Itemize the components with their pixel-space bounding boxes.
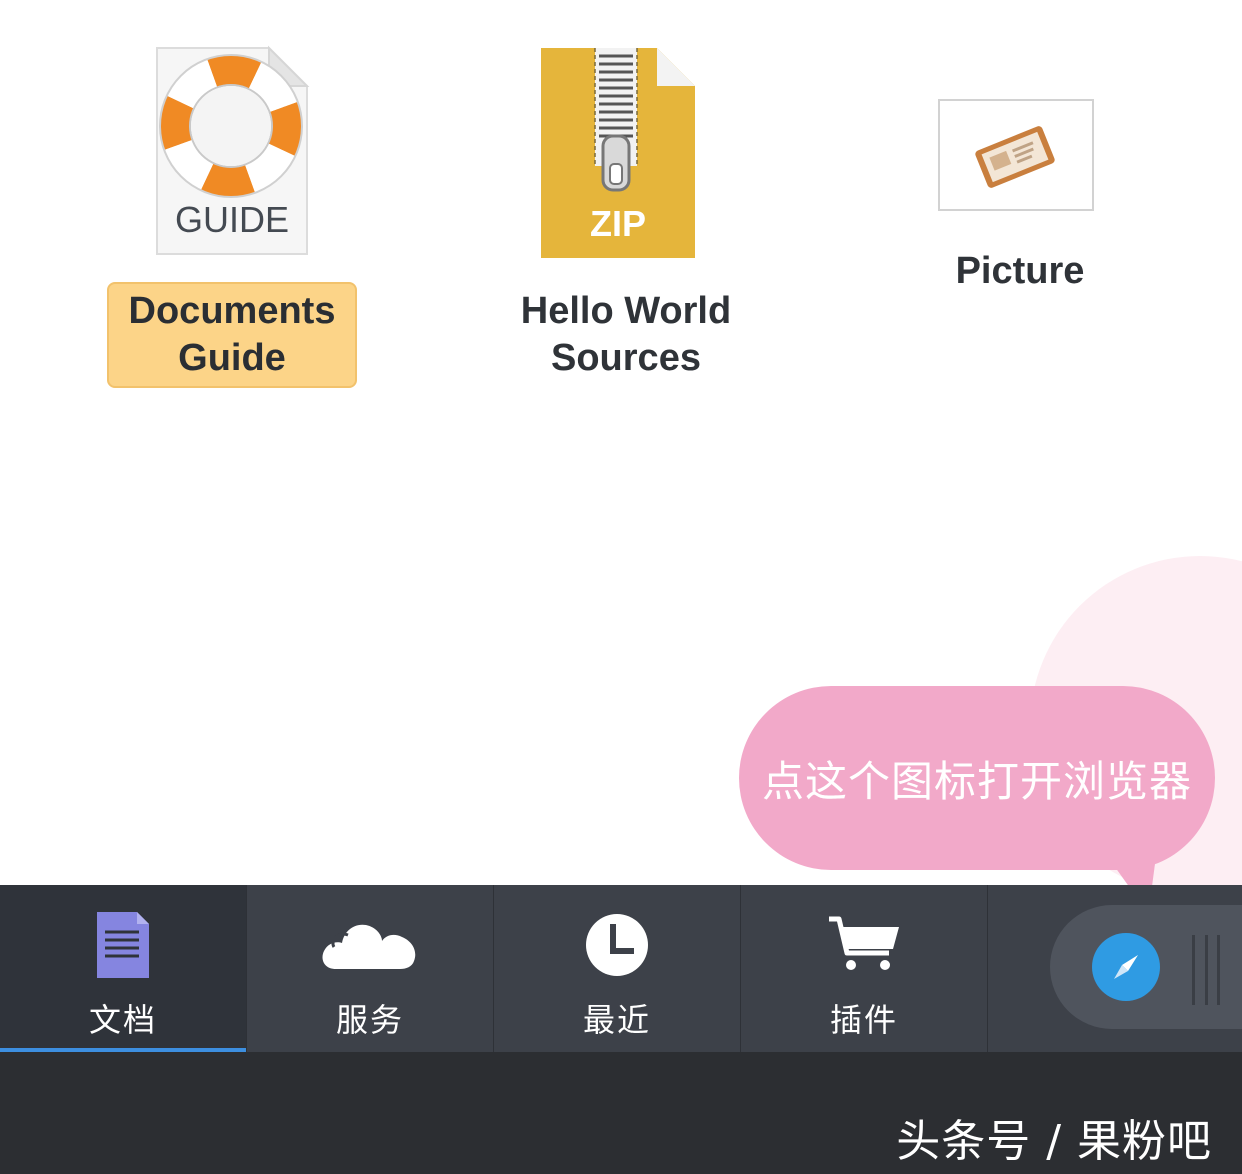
cart-icon [827,909,901,981]
tab-recent[interactable]: 最近 [494,885,741,1052]
file-label-line: Hello World [520,290,732,332]
tooltip-bubble: 点这个图标打开浏览器 [739,686,1215,870]
bottom-tab-bar: 文档 服务 最近 插件 [0,885,1242,1052]
watermark-text: 头条号 / 果粉吧 [896,1116,1212,1167]
tab-documents[interactable]: 文档 [0,885,247,1052]
file-item-picture[interactable]: Picture [870,40,1170,301]
tab-label: 最近 [582,1001,651,1039]
file-item-hello-world-sources[interactable]: ZIP Hello World Sources [476,40,776,388]
file-label-hello-world-sources[interactable]: Hello World Sources [499,282,753,388]
browser-launcher [988,885,1242,1052]
lifebuoy-document-icon: GUIDE [147,40,317,262]
drag-handle-line [1192,935,1195,1005]
file-browser-screen: GUIDE Documents Guide ZIP Hello World So… [0,0,1242,1174]
drag-handle-line [1217,935,1220,1005]
file-item-documents-guide[interactable]: GUIDE Documents Guide [82,40,382,388]
tab-label: 文档 [88,1001,157,1039]
tab-label: 插件 [829,1001,898,1039]
picture-thumbnail-icon [935,40,1105,262]
document-icon [95,909,151,981]
tab-plugins[interactable]: 插件 [741,885,988,1052]
clock-icon [585,909,649,981]
cloud-icon [320,909,420,981]
tab-services[interactable]: 服务 [247,885,494,1052]
file-label-line: Sources [551,337,701,379]
tooltip-text: 点这个图标打开浏览器 [761,756,1192,806]
file-label-line: Documents [128,290,336,332]
file-icon-text: ZIP [590,203,646,244]
compass-icon[interactable] [1092,933,1160,1001]
zip-archive-icon: ZIP [541,40,711,262]
tab-label: 服务 [335,1001,404,1039]
file-label-line: Guide [178,337,286,379]
drag-handle[interactable] [1192,935,1220,1005]
file-label-documents-guide[interactable]: Documents Guide [106,282,358,388]
file-icon-text: GUIDE [175,199,289,240]
drag-handle-line [1204,935,1208,1005]
